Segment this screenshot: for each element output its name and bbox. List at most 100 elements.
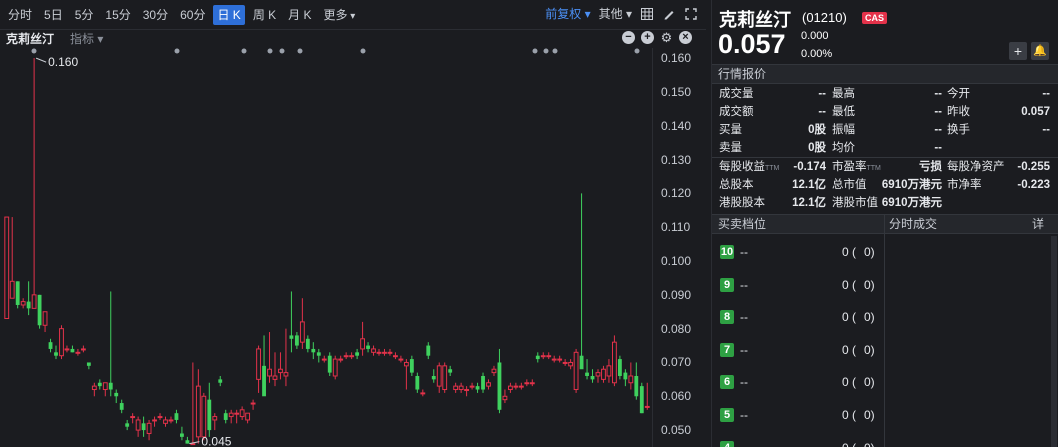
price-tick-label: 0.160: [661, 51, 692, 66]
candle-body: [360, 338, 366, 350]
chart-subbar: 克莉丝汀 指标 ▾ − + ⚙ ×: [0, 30, 706, 46]
period-monthly-k[interactable]: 月 K: [284, 5, 315, 25]
fullscreen-icon[interactable]: [684, 7, 698, 21]
event-marker-dot[interactable]: [634, 48, 640, 54]
stat-value: -0.223: [1017, 179, 1050, 191]
candle-body: [31, 294, 37, 309]
stats-divider: [712, 157, 1058, 158]
event-marker-dot[interactable]: [297, 48, 303, 54]
price-tick-label: 0.070: [661, 355, 692, 370]
candle-body: [585, 372, 589, 376]
stat-label: 总市值: [832, 179, 867, 191]
candle-body: [294, 335, 299, 346]
candle-body: [491, 368, 497, 374]
stat-value: --: [934, 124, 942, 136]
candle-body: [185, 440, 190, 444]
candle-body: [371, 348, 376, 353]
level-number: 6: [720, 375, 734, 390]
time-sales-title[interactable]: 分时成交: [889, 215, 937, 233]
event-marker-dot[interactable]: [360, 48, 366, 54]
event-marker-dot[interactable]: [552, 48, 558, 54]
close-icon[interactable]: ×: [679, 31, 692, 44]
candle-body: [114, 392, 119, 397]
candle-body: [513, 385, 519, 388]
other-dropdown[interactable]: 其他 ▾: [599, 5, 632, 22]
period-5min[interactable]: 5分: [71, 5, 98, 25]
stat-label: 均价: [832, 142, 855, 154]
candle-body: [207, 399, 212, 431]
price-axis: 0.160 0.150 0.140 0.130 0.120 0.110 0.100 0.090…: [652, 48, 706, 447]
candle-body: [382, 351, 387, 354]
event-marker-dot[interactable]: [543, 48, 549, 54]
order-book-row: 4 -- 0 (0): [712, 438, 884, 447]
candle-body: [579, 355, 584, 370]
level-number: 5: [720, 408, 734, 422]
candle-body: [551, 358, 557, 361]
candlestick-plot[interactable]: 0.160 0.045: [0, 48, 706, 447]
candle-body: [409, 359, 414, 373]
candle-body: [606, 365, 612, 377]
candle-body: [332, 358, 338, 377]
event-marker-dot[interactable]: [532, 48, 538, 54]
time-sales-detail-button[interactable]: 详: [1032, 215, 1044, 233]
stat-value: --: [818, 106, 826, 118]
draw-pen-icon[interactable]: [662, 7, 676, 21]
period-60min[interactable]: 60分: [176, 5, 209, 25]
event-marker-dot[interactable]: [267, 48, 273, 54]
event-marker-dot[interactable]: [174, 48, 180, 54]
period-15min[interactable]: 15分: [101, 5, 134, 25]
indicator-dropdown[interactable]: 指标 ▾: [70, 30, 103, 47]
candle-body: [42, 311, 48, 326]
extreme-price-label: 0.160: [48, 55, 78, 69]
add-watchlist-button[interactable]: +: [1009, 42, 1027, 60]
stat-label: 市净率: [947, 179, 982, 191]
trades-scrollbar[interactable]: [1051, 236, 1057, 447]
candle-body: [393, 355, 398, 358]
candle-body: [228, 412, 234, 418]
price-alert-bell-icon[interactable]: 🔔: [1031, 42, 1049, 60]
period-weekly-k[interactable]: 周 K: [249, 5, 280, 25]
candle-body: [278, 368, 283, 374]
candle-body: [168, 419, 174, 422]
stat-label: 成交额: [719, 106, 754, 118]
event-marker-dot[interactable]: [241, 48, 247, 54]
price-tick-label: 0.050: [661, 423, 692, 438]
stat-item: 总市值 6910万港元: [832, 177, 942, 194]
zoom-in-icon[interactable]: +: [641, 31, 654, 44]
stat-value: 0股: [808, 124, 826, 136]
stat-value: 0.057: [1021, 106, 1050, 118]
stat-item: 每股净资产 -0.255: [947, 159, 1050, 176]
grid-layout-icon[interactable]: [640, 7, 654, 21]
zoom-out-icon[interactable]: −: [622, 31, 635, 44]
adjust-dropdown[interactable]: 前复权 ▾: [545, 5, 590, 22]
order-book-divider: [884, 214, 885, 447]
candle-body: [48, 342, 53, 349]
event-marker-dot[interactable]: [279, 48, 285, 54]
candle-body: [355, 352, 360, 356]
level-order-count: 0): [864, 277, 875, 292]
candle-body: [9, 280, 15, 299]
price-tick-label: 0.120: [661, 186, 692, 201]
stat-value: --: [818, 88, 826, 100]
level-number: 10: [720, 245, 734, 259]
candle-body: [595, 372, 601, 377]
period-daily-k[interactable]: 日 K: [213, 4, 245, 25]
candle-body: [617, 359, 622, 376]
period-5day[interactable]: 5日: [40, 5, 67, 25]
quote-header: 克莉丝汀 (01210) CAS 0.057 0.000 0.00% + 🔔: [712, 0, 1058, 64]
stat-item: 买量 0股: [719, 122, 826, 139]
period-more-dropdown[interactable]: 更多: [320, 5, 360, 25]
period-30min[interactable]: 30分: [139, 5, 172, 25]
period-intraday[interactable]: 分时: [4, 5, 36, 25]
stat-label: 港股股本: [719, 197, 765, 209]
candle-body: [245, 412, 251, 421]
candle-body: [524, 382, 530, 385]
candle-body: [311, 348, 316, 353]
event-marker-dot[interactable]: [31, 48, 37, 54]
stat-value: --: [934, 106, 942, 118]
stat-item: 成交额 --: [719, 104, 826, 121]
candle-body: [64, 348, 70, 351]
gear-icon[interactable]: ⚙: [660, 31, 673, 44]
stat-label: 换手: [947, 124, 970, 136]
level-price: --: [740, 277, 748, 292]
